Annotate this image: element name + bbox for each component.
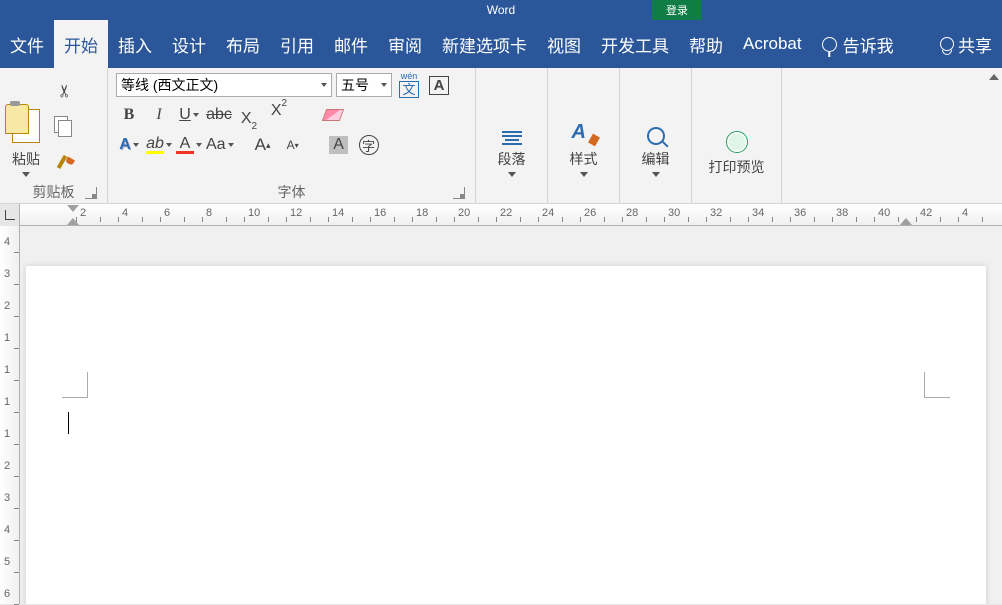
styles-label: 样式 (570, 149, 598, 169)
text-cursor (68, 412, 69, 434)
tell-me-label: 告诉我 (843, 32, 894, 57)
chevron-down-icon (193, 113, 199, 117)
group-paragraph: 段落 (476, 68, 548, 203)
preview-icon (726, 131, 748, 153)
subscript-button[interactable]: X2 (236, 102, 262, 128)
chevron-down-icon (22, 172, 30, 177)
tab-help[interactable]: 帮助 (679, 20, 733, 68)
hanging-indent-marker[interactable] (67, 218, 79, 225)
login-button[interactable]: 登录 (652, 0, 702, 20)
share-button[interactable]: 共享 (930, 20, 1002, 68)
page[interactable] (26, 266, 986, 604)
chevron-down-icon (196, 143, 202, 147)
italic-button[interactable]: I (146, 102, 172, 128)
eraser-icon (322, 109, 344, 121)
underline-button[interactable]: U (176, 102, 202, 128)
chevron-down-icon (652, 172, 660, 177)
tab-design[interactable]: 设计 (162, 20, 216, 68)
font-name-combo[interactable]: 等线 (西文正文) (116, 73, 332, 97)
highlight-button[interactable]: ab (146, 132, 172, 158)
paragraph-icon (502, 131, 522, 145)
tab-references[interactable]: 引用 (270, 20, 324, 68)
group-font: 等线 (西文正文) 五号 wén文 A B I U abc X2 X2 A ab… (108, 68, 476, 203)
font-size-value: 五号 (341, 75, 369, 95)
font-size-combo[interactable]: 五号 (336, 73, 392, 97)
font-launcher[interactable] (453, 187, 465, 199)
tab-mailings[interactable]: 邮件 (324, 20, 378, 68)
tab-acrobat[interactable]: Acrobat (733, 20, 812, 68)
paragraph-label: 段落 (498, 149, 526, 169)
right-indent-marker[interactable] (900, 218, 912, 225)
tab-view[interactable]: 视图 (537, 20, 591, 68)
superscript-button[interactable]: X2 (266, 102, 292, 128)
horizontal-ruler[interactable]: 246810121416182022242628303234363840424 (0, 204, 1002, 226)
phonetic-guide-button[interactable]: wén文 (396, 72, 422, 98)
text-effects-button[interactable]: A (116, 132, 142, 158)
clipboard-launcher[interactable] (85, 187, 97, 199)
styles-button[interactable]: A 样式 (564, 72, 604, 181)
enclose-characters-button[interactable]: 字 (356, 132, 382, 158)
ribbon-tabs: 文件 开始 插入 设计 布局 引用 邮件 审阅 新建选项卡 视图 开发工具 帮助… (0, 20, 1002, 68)
paste-label: 粘贴 (12, 149, 40, 169)
group-print-preview: 打印预览 (692, 68, 782, 203)
copy-button[interactable] (52, 115, 74, 137)
app-title: Word (487, 3, 515, 17)
font-name-value: 等线 (西文正文) (121, 75, 218, 95)
change-case-button[interactable]: Aa (206, 132, 234, 158)
paste-button[interactable]: 粘贴 (6, 72, 46, 181)
styles-icon: A (570, 121, 598, 145)
find-button[interactable]: 编辑 (636, 72, 676, 181)
margin-crop-tr (924, 372, 950, 398)
margin-crop-tl (62, 372, 88, 398)
tab-review[interactable]: 审阅 (378, 20, 432, 68)
group-clipboard: 粘贴 剪贴板 (0, 68, 108, 203)
tab-layout[interactable]: 布局 (216, 20, 270, 68)
group-styles: A 样式 (548, 68, 620, 203)
cut-button[interactable] (52, 80, 74, 102)
preview-label: 打印预览 (709, 157, 765, 177)
tell-me[interactable]: 告诉我 (812, 20, 904, 68)
tab-file[interactable]: 文件 (0, 20, 54, 68)
document-area: 432111123456 (0, 226, 1002, 604)
editing-label: 编辑 (642, 149, 670, 169)
chevron-down-icon (133, 143, 139, 147)
title-bar: Word 登录 (0, 0, 1002, 20)
tab-home[interactable]: 开始 (54, 20, 108, 68)
clear-formatting-button[interactable] (320, 102, 346, 128)
format-painter-button[interactable] (52, 151, 74, 173)
vertical-ruler[interactable]: 432111123456 (0, 226, 20, 604)
tab-developer[interactable]: 开发工具 (591, 20, 679, 68)
paste-icon (12, 109, 40, 143)
chevron-down-icon (508, 172, 516, 177)
collapse-ribbon-button[interactable] (986, 68, 1002, 203)
print-preview-button[interactable]: 打印预览 (703, 72, 771, 181)
paragraph-button[interactable]: 段落 (492, 72, 532, 181)
clipboard-group-label: 剪贴板 (33, 182, 75, 202)
character-shading-button[interactable]: A (326, 132, 352, 158)
chevron-down-icon (381, 83, 387, 87)
tab-selector[interactable] (0, 204, 20, 226)
tab-insert[interactable]: 插入 (108, 20, 162, 68)
bulb-icon (822, 37, 837, 52)
ribbon: 粘贴 剪贴板 等线 (西文正文) 五号 wén文 A B I U a (0, 68, 1002, 204)
bold-button[interactable]: B (116, 102, 142, 128)
character-border-button[interactable]: A (426, 72, 452, 98)
share-label: 共享 (958, 32, 992, 57)
strikethrough-button[interactable]: abc (206, 102, 232, 128)
font-group-label: 字体 (278, 182, 306, 202)
share-icon (940, 37, 954, 51)
font-color-button[interactable]: A (176, 132, 202, 158)
tab-newtab[interactable]: 新建选项卡 (432, 20, 537, 68)
chevron-down-icon (580, 172, 588, 177)
shrink-font-button[interactable]: A▾ (280, 132, 306, 158)
first-line-indent-marker[interactable] (67, 205, 79, 212)
search-icon (647, 127, 665, 145)
group-editing: 编辑 (620, 68, 692, 203)
chevron-down-icon (228, 143, 234, 147)
chevron-down-icon (321, 83, 327, 87)
chevron-down-icon (166, 143, 172, 147)
document-canvas[interactable] (20, 226, 1002, 604)
grow-font-button[interactable]: A▴ (250, 132, 276, 158)
